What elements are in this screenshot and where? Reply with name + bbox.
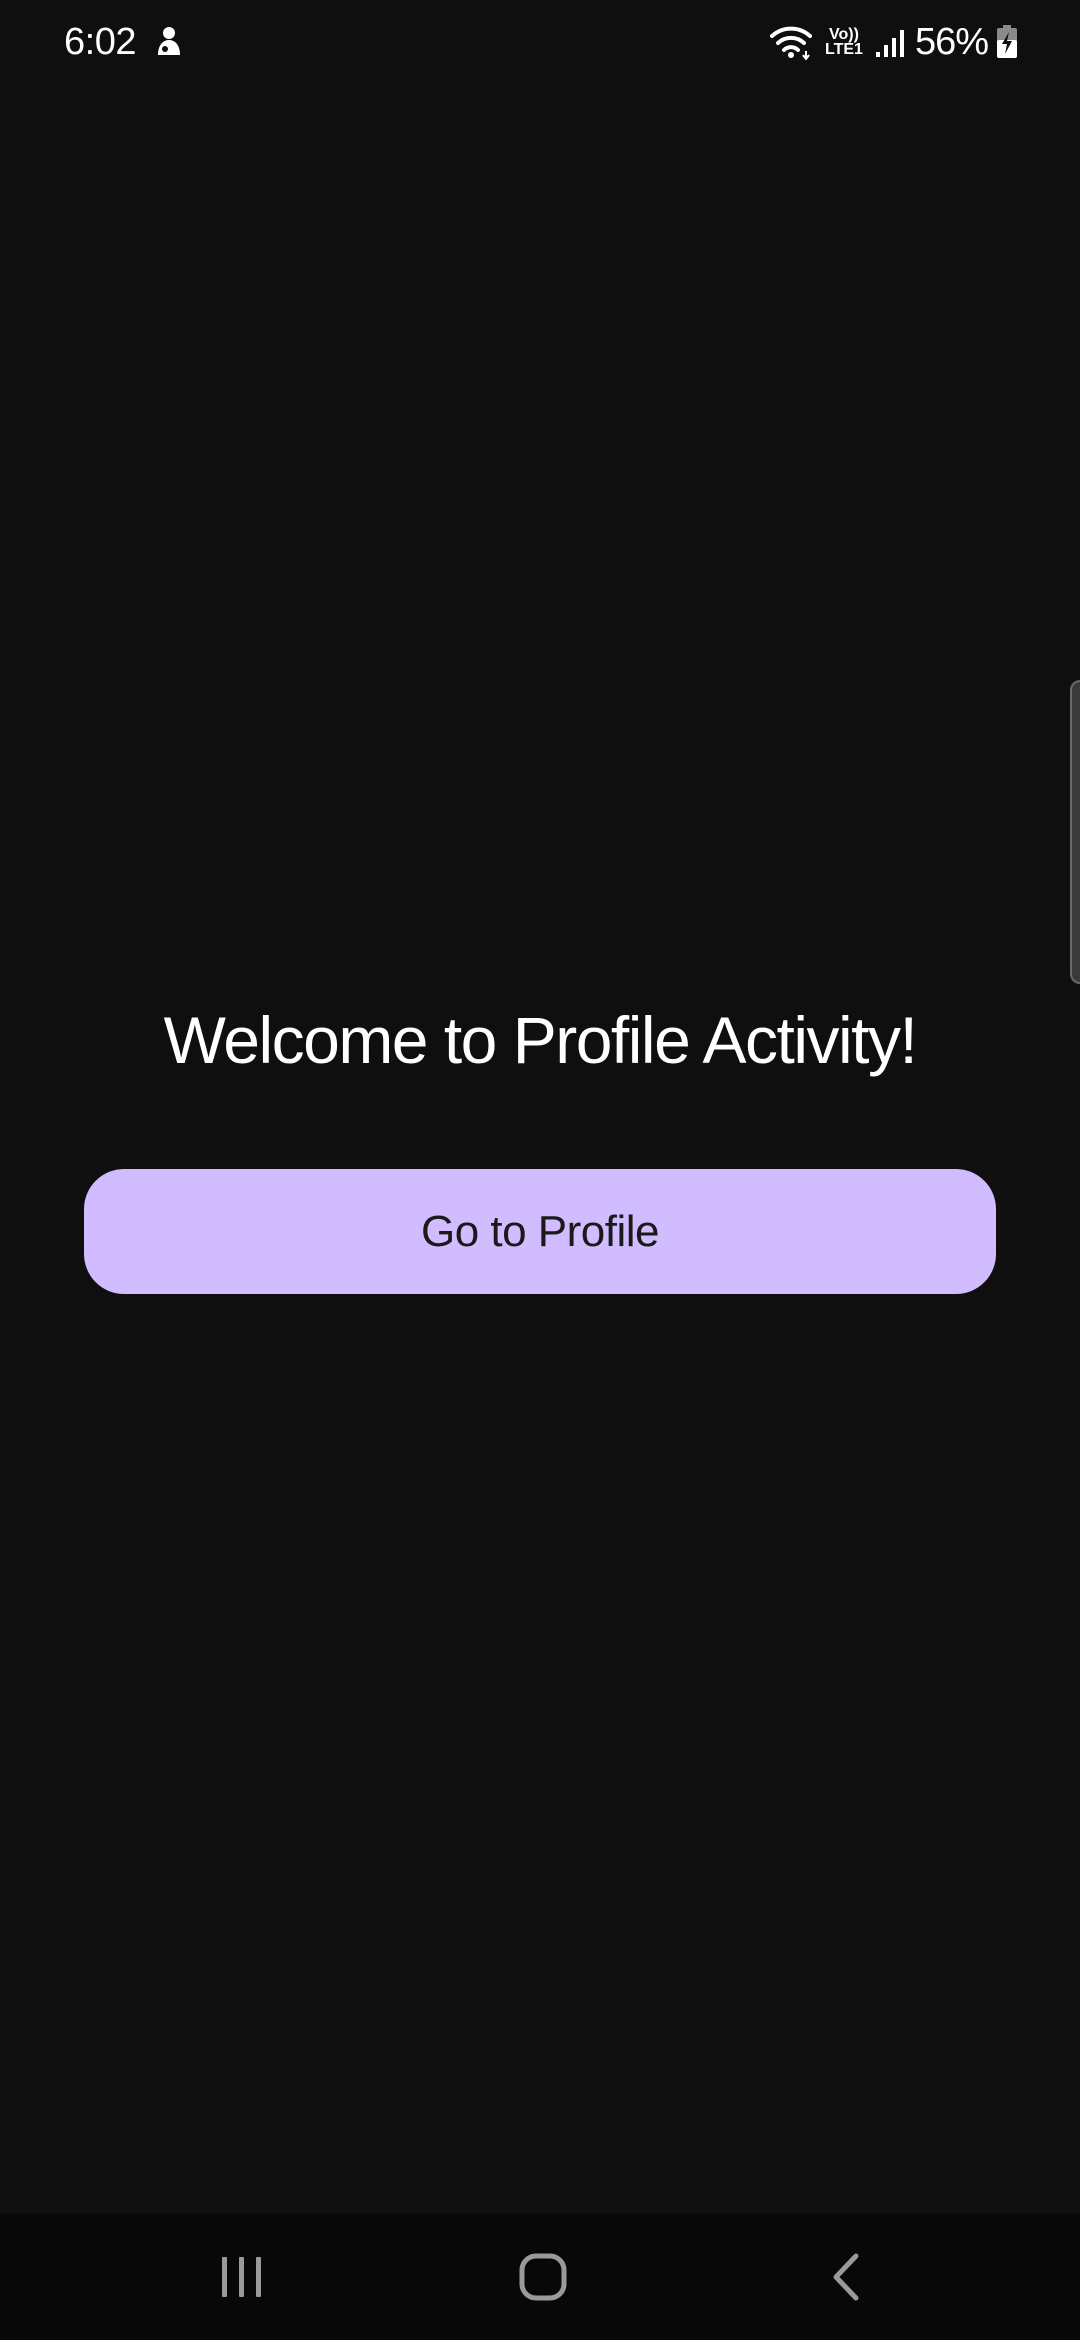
edge-panel-handle[interactable] (1070, 680, 1080, 984)
back-button[interactable] (766, 2214, 926, 2340)
screen: 6:02 Vo)) LTE1 56% Welcome to Profile Ac… (0, 0, 1080, 2340)
volte-label: Vo)) (829, 25, 859, 43)
lte-label: LTE1 (825, 41, 863, 58)
recents-button[interactable] (162, 2214, 322, 2340)
back-icon (826, 2252, 866, 2302)
recents-icon (219, 2254, 265, 2300)
status-time: 6:02 (64, 20, 136, 63)
volte-icon: Vo)) LTE1 (825, 25, 863, 58)
wifi-icon (769, 24, 813, 60)
go-to-profile-button[interactable]: Go to Profile (84, 1169, 996, 1294)
signal-icon (875, 26, 907, 58)
battery-charging-icon (996, 25, 1018, 59)
status-bar: 6:02 Vo)) LTE1 56% (0, 0, 1080, 84)
battery-level: 56% (914, 20, 989, 63)
page-title: Welcome to Profile Activity! (163, 1003, 918, 1077)
notification-icon (154, 25, 184, 59)
home-button[interactable] (463, 2214, 623, 2340)
status-right: Vo)) LTE1 56% (769, 21, 1018, 64)
home-icon (518, 2252, 568, 2302)
status-left: 6:02 (64, 21, 184, 64)
navigation-bar (0, 2214, 1080, 2340)
